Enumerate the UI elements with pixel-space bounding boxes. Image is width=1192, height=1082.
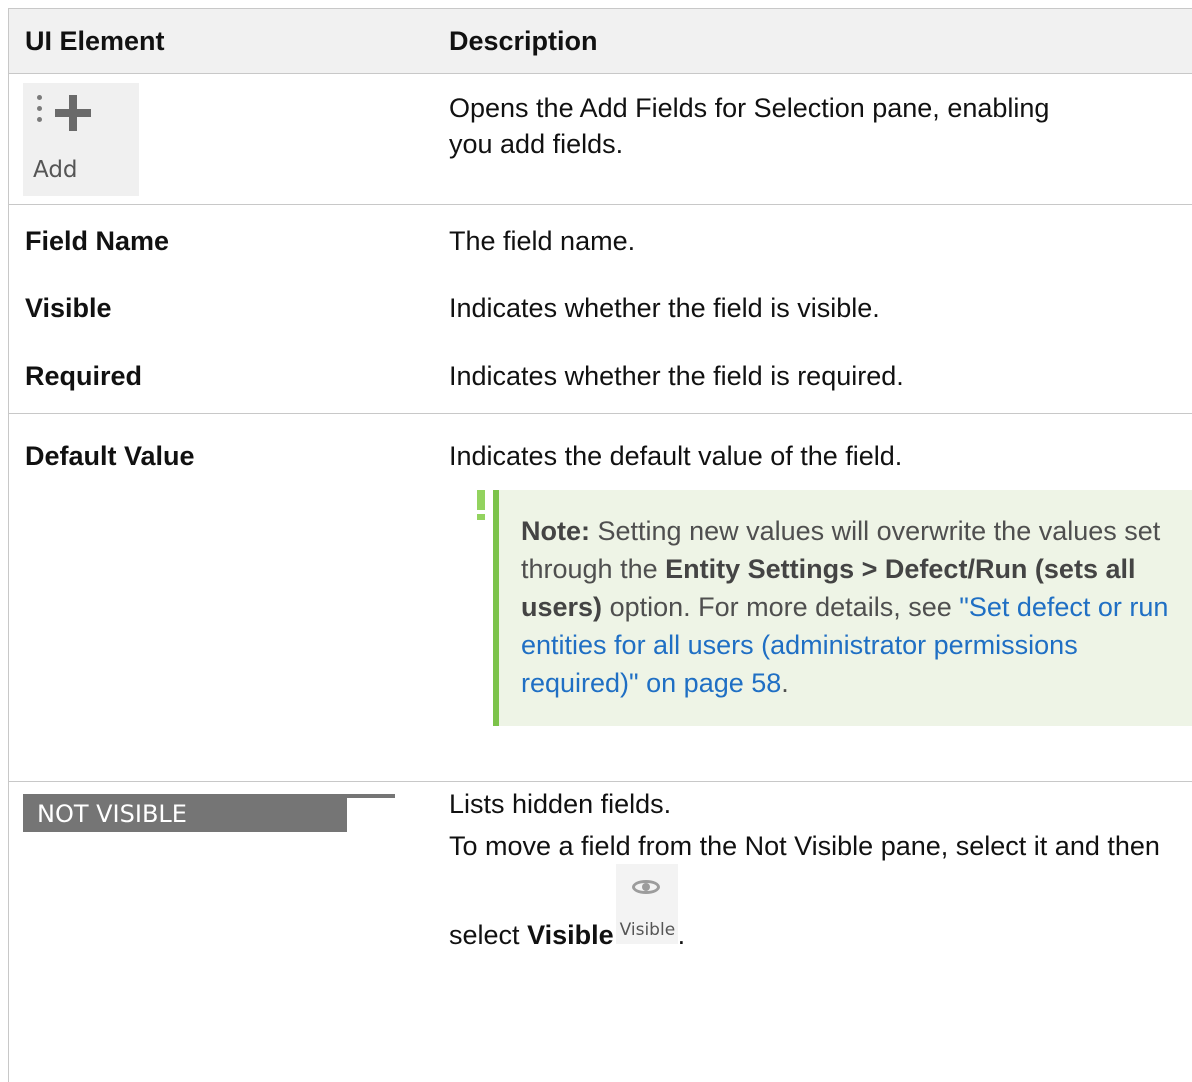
plus-icon xyxy=(55,95,91,131)
not-visible-bar-label: NOT VISIBLE xyxy=(37,800,187,828)
table-row-default-value: Default Value Indicates the default valu… xyxy=(9,414,1192,782)
table-header: UI Element Description xyxy=(9,8,1192,74)
header-description: Description xyxy=(449,26,598,56)
add-icon-label: Add xyxy=(33,157,78,183)
table-row-visible: Visible Indicates whether the field is v… xyxy=(9,277,1192,339)
default-value-label: Default Value xyxy=(25,441,195,471)
table-row-field-name: Field Name The field name. xyxy=(9,205,1192,277)
visible-label: Visible xyxy=(25,293,112,323)
table-row-required: Required Indicates whether the field is … xyxy=(9,339,1192,414)
field-name-label: Field Name xyxy=(25,226,170,256)
add-description: Opens the Add Fields for Selection pane,… xyxy=(449,93,1050,159)
ui-elements-table: UI Element Description Add Opens the Add… xyxy=(8,8,1192,1082)
required-description: Indicates whether the field is required. xyxy=(449,361,904,391)
field-name-description: The field name. xyxy=(449,226,636,256)
note-end: . xyxy=(781,668,789,698)
visible-description: Indicates whether the field is visible. xyxy=(449,293,880,323)
dots-icon xyxy=(37,95,43,131)
note-callout: Note: Setting new values will overwrite … xyxy=(449,490,1192,726)
eye-icon xyxy=(631,880,660,894)
not-visible-description-1: Lists hidden fields. xyxy=(449,789,672,819)
table-row-add: Add Opens the Add Fields for Selection p… xyxy=(9,74,1192,205)
note-text-2: option. For more details, see xyxy=(609,592,952,622)
table-row-not-visible: NOT VISIBLE Lists hidden fields. To move… xyxy=(9,782,1192,1082)
default-value-description: Indicates the default value of the field… xyxy=(449,441,903,471)
note-label: Note: xyxy=(521,516,590,546)
divider xyxy=(347,794,395,798)
header-ui-element: UI Element xyxy=(25,26,165,56)
note-box: Note: Setting new values will overwrite … xyxy=(493,490,1192,726)
visible-bold: Visible xyxy=(527,920,614,950)
visible-button-icon: Visible xyxy=(615,864,678,944)
not-visible-end: . xyxy=(677,920,686,950)
exclamation-icon xyxy=(477,490,485,520)
required-label: Required xyxy=(25,361,143,391)
visible-icon-label: Visible xyxy=(619,920,676,940)
not-visible-bar: NOT VISIBLE xyxy=(23,794,395,832)
add-button-icon: Add xyxy=(23,83,139,196)
